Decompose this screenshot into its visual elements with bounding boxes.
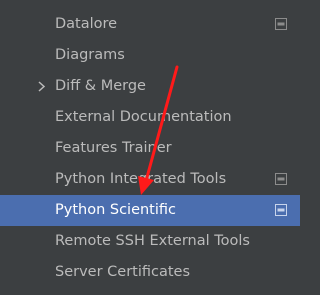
- project-settings-icon: [275, 173, 287, 185]
- tree-item-label: Diff & Merge: [55, 78, 146, 94]
- tree-item-features-trainer[interactable]: Features Trainer: [0, 133, 300, 164]
- chevron-right-icon[interactable]: [35, 71, 49, 102]
- tree-item-remote-ssh-external-tools[interactable]: Remote SSH External Tools: [0, 226, 300, 257]
- project-settings-icon: [275, 18, 287, 30]
- tree-item-label: Server Certificates: [55, 264, 191, 280]
- settings-tree: Datalore Diagrams Diff & Merge External …: [0, 0, 300, 295]
- tree-item-python-integrated-tools[interactable]: Python Integrated Tools: [0, 164, 300, 195]
- tree-item-label: Remote SSH External Tools: [55, 233, 250, 249]
- project-settings-icon: [275, 204, 287, 216]
- tree-item-label: Datalore: [55, 16, 118, 32]
- tree-item-label: Python Integrated Tools: [55, 171, 227, 187]
- tree-item-label: Diagrams: [55, 47, 125, 63]
- tree-item-diff-merge[interactable]: Diff & Merge: [0, 71, 300, 102]
- tree-item-label: External Documentation: [55, 109, 232, 125]
- tree-item-datalore[interactable]: Datalore: [0, 9, 300, 40]
- tree-item-label: Python Scientific: [55, 202, 177, 218]
- tree-item-label: Features Trainer: [55, 140, 172, 156]
- tree-item-python-scientific[interactable]: Python Scientific: [0, 195, 300, 226]
- tree-item-external-documentation[interactable]: External Documentation: [0, 102, 300, 133]
- tree-item-diagrams[interactable]: Diagrams: [0, 40, 300, 71]
- tree-item-server-certificates[interactable]: Server Certificates: [0, 257, 300, 288]
